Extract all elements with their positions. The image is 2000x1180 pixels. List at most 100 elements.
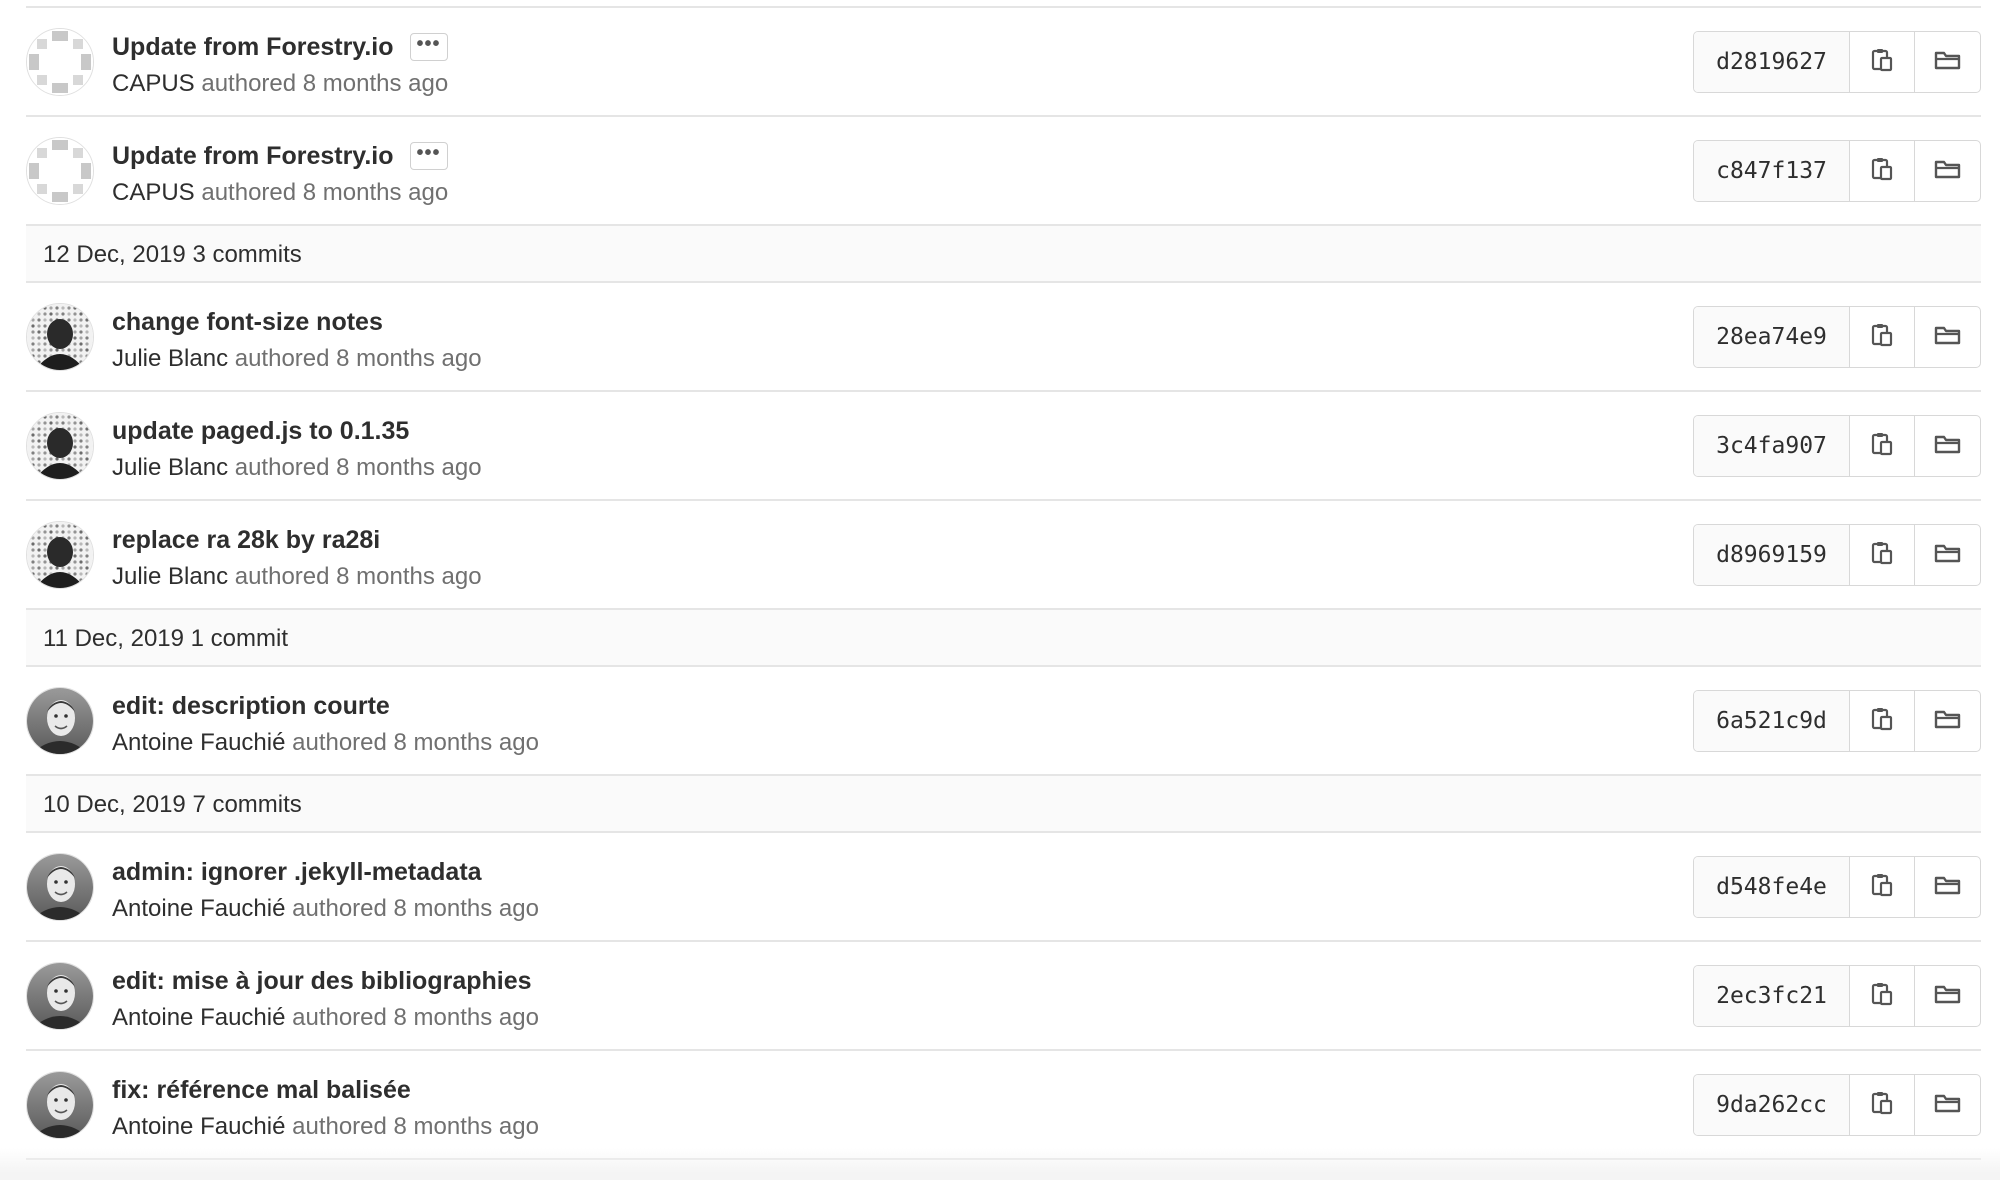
commit-sha-button[interactable]: 2ec3fc21 bbox=[1694, 966, 1850, 1026]
commit-actions: 2ec3fc21 bbox=[1693, 965, 1981, 1027]
authored-time: authored 8 months ago bbox=[292, 1113, 539, 1140]
clipboard-icon bbox=[1870, 872, 1894, 903]
author-avatar[interactable] bbox=[26, 1071, 94, 1139]
folder-icon bbox=[1934, 1092, 1962, 1119]
toggle-description-button[interactable]: ••• bbox=[409, 33, 448, 61]
author-link[interactable]: Julie Blanc bbox=[112, 345, 228, 372]
commit-row: admin: ignorer .jekyll-metadata Antoine F… bbox=[26, 833, 1981, 942]
author-avatar[interactable] bbox=[26, 137, 94, 205]
commit-sha-button[interactable]: d8969159 bbox=[1694, 525, 1850, 585]
copy-sha-button[interactable] bbox=[1850, 1075, 1915, 1135]
commit-sha-button[interactable]: 28ea74e9 bbox=[1694, 307, 1850, 367]
author-avatar[interactable] bbox=[26, 412, 94, 480]
browse-files-button[interactable] bbox=[1915, 1075, 1980, 1135]
author-link[interactable]: Antoine Fauchié bbox=[112, 729, 285, 756]
commit-title-link[interactable]: edit: description courte bbox=[112, 692, 390, 721]
browse-files-button[interactable] bbox=[1915, 32, 1980, 92]
commit-title-link[interactable]: Update from Forestry.io bbox=[112, 33, 394, 62]
browse-files-button[interactable] bbox=[1915, 857, 1980, 917]
author-link[interactable]: CAPUS bbox=[112, 179, 195, 206]
commit-row: fix: référence mal balisée Antoine Fauchi… bbox=[26, 1051, 1981, 1160]
folder-icon bbox=[1934, 158, 1962, 185]
commit-row: Update from Forestry.io ••• CAPUS authored… bbox=[26, 117, 1981, 226]
commit-sha-button[interactable]: 6a521c9d bbox=[1694, 691, 1850, 751]
authored-time: authored 8 months ago bbox=[292, 895, 539, 922]
authored-time: authored 8 months ago bbox=[234, 454, 482, 481]
commit-title-link[interactable]: Update from Forestry.io bbox=[112, 142, 394, 171]
author-avatar[interactable] bbox=[26, 962, 94, 1030]
author-avatar[interactable] bbox=[26, 303, 94, 371]
browse-files-button[interactable] bbox=[1915, 525, 1980, 585]
commit-actions: c847f137 bbox=[1693, 140, 1981, 202]
author-link[interactable]: Julie Blanc bbox=[112, 563, 228, 590]
author-avatar[interactable] bbox=[26, 28, 94, 96]
author-avatar[interactable] bbox=[26, 521, 94, 589]
copy-sha-button[interactable] bbox=[1850, 416, 1915, 476]
author-avatar[interactable] bbox=[26, 687, 94, 755]
commit-title-line: edit: mise à jour des bibliographies bbox=[112, 964, 532, 998]
commit-title-link[interactable]: fix: référence mal balisée bbox=[112, 1076, 411, 1105]
authored-time: authored 8 months ago bbox=[292, 729, 539, 756]
clipboard-icon bbox=[1870, 1090, 1894, 1121]
browse-files-button[interactable] bbox=[1915, 966, 1980, 1026]
commit-title-line: fix: référence mal balisée bbox=[112, 1073, 411, 1107]
commit-sha-button[interactable]: 3c4fa907 bbox=[1694, 416, 1850, 476]
folder-icon bbox=[1934, 983, 1962, 1010]
commit-actions: d8969159 bbox=[1693, 524, 1981, 586]
copy-sha-button[interactable] bbox=[1850, 857, 1915, 917]
commit-sha-button[interactable]: d2819627 bbox=[1694, 32, 1850, 92]
author-link[interactable]: Julie Blanc bbox=[112, 454, 228, 481]
commit-actions: 6a521c9d bbox=[1693, 690, 1981, 752]
author-link[interactable]: Antoine Fauchié bbox=[112, 1113, 285, 1140]
authored-time: authored 8 months ago bbox=[292, 1004, 539, 1031]
author-link[interactable]: Antoine Fauchié bbox=[112, 895, 285, 922]
commit-row: edit: description courte Antoine Fauchié … bbox=[26, 667, 1981, 776]
commit-meta: CAPUS authored 8 months ago bbox=[112, 179, 448, 207]
commit-row: edit: mise à jour des bibliographies Anto… bbox=[26, 942, 1981, 1051]
commit-title-line: Update from Forestry.io ••• bbox=[112, 30, 448, 64]
browse-files-button[interactable] bbox=[1915, 307, 1980, 367]
commit-row: change font-size notes Julie Blanc author… bbox=[26, 283, 1981, 392]
commit-row: Update from Forestry.io ••• CAPUS authored… bbox=[26, 8, 1981, 117]
commit-actions: 9da262cc bbox=[1693, 1074, 1981, 1136]
commit-meta: Antoine Fauchié authored 8 months ago bbox=[112, 729, 539, 757]
commit-title-line: update paged.js to 0.1.35 bbox=[112, 414, 409, 448]
browse-files-button[interactable] bbox=[1915, 691, 1980, 751]
folder-icon bbox=[1934, 708, 1962, 735]
authored-time: authored 8 months ago bbox=[201, 179, 449, 206]
commit-title-line: change font-size notes bbox=[112, 305, 383, 339]
toggle-description-button[interactable]: ••• bbox=[409, 142, 448, 170]
folder-icon bbox=[1934, 324, 1962, 351]
commit-title-link[interactable]: admin: ignorer .jekyll-metadata bbox=[112, 858, 482, 887]
copy-sha-button[interactable] bbox=[1850, 691, 1915, 751]
list-top-border bbox=[26, 0, 1981, 8]
commit-sha-button[interactable]: c847f137 bbox=[1694, 141, 1850, 201]
commit-meta: Antoine Fauchié authored 8 months ago bbox=[112, 895, 539, 923]
copy-sha-button[interactable] bbox=[1850, 966, 1915, 1026]
commit-title-link[interactable]: change font-size notes bbox=[112, 308, 383, 337]
browse-files-button[interactable] bbox=[1915, 416, 1980, 476]
commit-sha-button[interactable]: d548fe4e bbox=[1694, 857, 1850, 917]
commit-title-link[interactable]: replace ra 28k by ra28i bbox=[112, 526, 380, 555]
bottom-fade bbox=[0, 1148, 2000, 1180]
commit-title-link[interactable]: edit: mise à jour des bibliographies bbox=[112, 967, 532, 996]
clipboard-icon bbox=[1870, 706, 1894, 737]
clipboard-icon bbox=[1870, 431, 1894, 462]
commit-actions: d2819627 bbox=[1693, 31, 1981, 93]
commit-meta: CAPUS authored 8 months ago bbox=[112, 70, 448, 98]
clipboard-icon bbox=[1870, 981, 1894, 1012]
commit-meta: Julie Blanc authored 8 months ago bbox=[112, 345, 482, 373]
commit-row: replace ra 28k by ra28i Julie Blanc autho… bbox=[26, 501, 1981, 610]
copy-sha-button[interactable] bbox=[1850, 141, 1915, 201]
commit-actions: 3c4fa907 bbox=[1693, 415, 1981, 477]
copy-sha-button[interactable] bbox=[1850, 307, 1915, 367]
commit-sha-button[interactable]: 9da262cc bbox=[1694, 1075, 1850, 1135]
commit-title-link[interactable]: update paged.js to 0.1.35 bbox=[112, 417, 409, 446]
copy-sha-button[interactable] bbox=[1850, 32, 1915, 92]
clipboard-icon bbox=[1870, 47, 1894, 78]
browse-files-button[interactable] bbox=[1915, 141, 1980, 201]
copy-sha-button[interactable] bbox=[1850, 525, 1915, 585]
author-avatar[interactable] bbox=[26, 853, 94, 921]
author-link[interactable]: CAPUS bbox=[112, 70, 195, 97]
author-link[interactable]: Antoine Fauchié bbox=[112, 1004, 285, 1031]
